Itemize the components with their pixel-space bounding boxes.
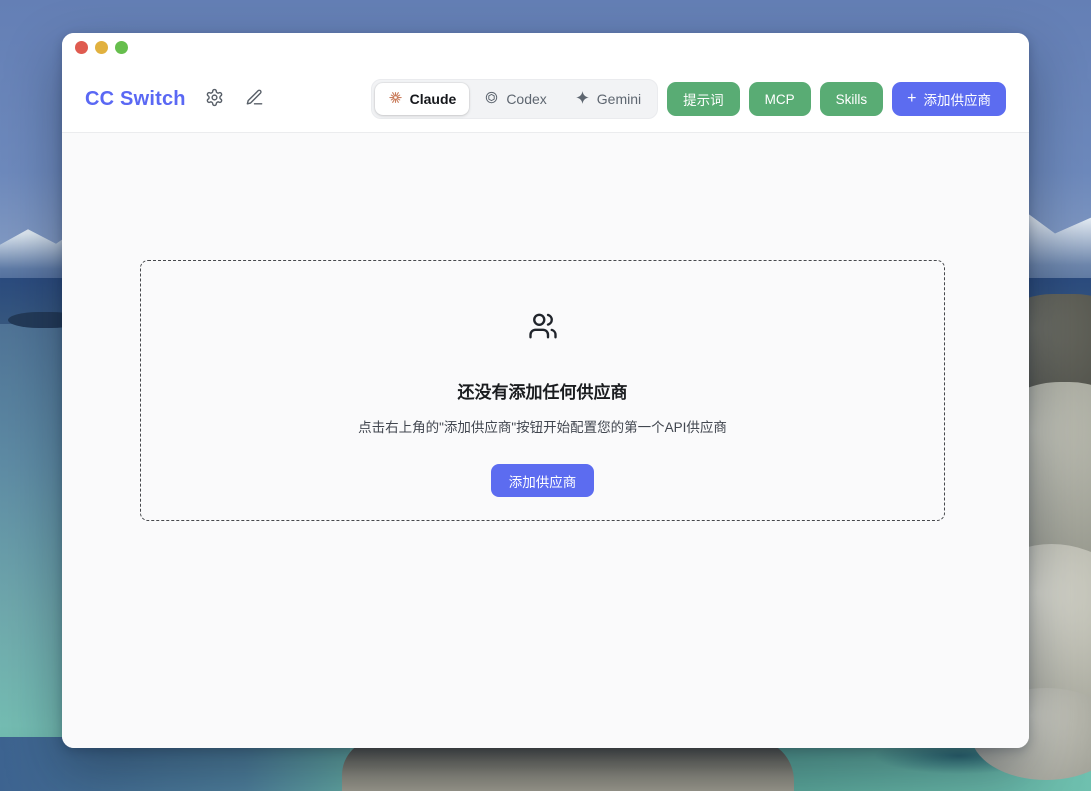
gear-icon	[205, 88, 224, 110]
tab-claude[interactable]: Claude	[375, 83, 470, 115]
empty-state-description: 点击右上角的"添加供应商"按钮开始配置您的第一个API供应商	[358, 416, 727, 436]
desktop: CC Switch	[0, 0, 1091, 791]
empty-state-title: 还没有添加任何供应商	[458, 378, 628, 403]
settings-button[interactable]	[204, 88, 226, 110]
minimize-button[interactable]	[95, 41, 108, 54]
users-icon	[528, 311, 558, 346]
plus-icon: +	[907, 91, 916, 107]
button-label: MCP	[765, 92, 795, 107]
openai-logo-icon	[484, 90, 499, 108]
tab-label: Claude	[410, 91, 457, 107]
edit-button[interactable]	[244, 88, 266, 110]
app-window: CC Switch	[62, 33, 1029, 748]
main-content: 还没有添加任何供应商 点击右上角的"添加供应商"按钮开始配置您的第一个API供应…	[62, 133, 1029, 748]
skills-button[interactable]: Skills	[820, 82, 884, 116]
toolbar: CC Switch	[75, 79, 1006, 119]
window-controls	[75, 41, 1006, 54]
app-title: CC Switch	[85, 88, 186, 111]
tab-label: Gemini	[597, 91, 641, 107]
add-provider-button[interactable]: + 添加供应商	[892, 82, 1006, 116]
zoom-button[interactable]	[115, 41, 128, 54]
prompts-button[interactable]: 提示词	[667, 82, 740, 116]
claude-starburst-icon	[388, 90, 403, 108]
empty-add-provider-button[interactable]: 添加供应商	[491, 464, 595, 497]
empty-state-panel: 还没有添加任何供应商 点击右上角的"添加供应商"按钮开始配置您的第一个API供应…	[140, 260, 945, 521]
button-label: 提示词	[683, 89, 724, 109]
button-label: Skills	[836, 92, 868, 107]
window-header: CC Switch	[62, 33, 1029, 133]
pen-line-icon	[245, 88, 264, 110]
tab-label: Codex	[506, 91, 546, 107]
app-switcher-tabs: Claude Codex	[371, 79, 659, 119]
tab-codex[interactable]: Codex	[471, 83, 559, 115]
button-label: 添加供应商	[924, 89, 992, 109]
tab-gemini[interactable]: Gemini	[562, 83, 654, 115]
close-button[interactable]	[75, 41, 88, 54]
gemini-sparkle-icon	[575, 90, 590, 108]
mcp-button[interactable]: MCP	[749, 82, 811, 116]
